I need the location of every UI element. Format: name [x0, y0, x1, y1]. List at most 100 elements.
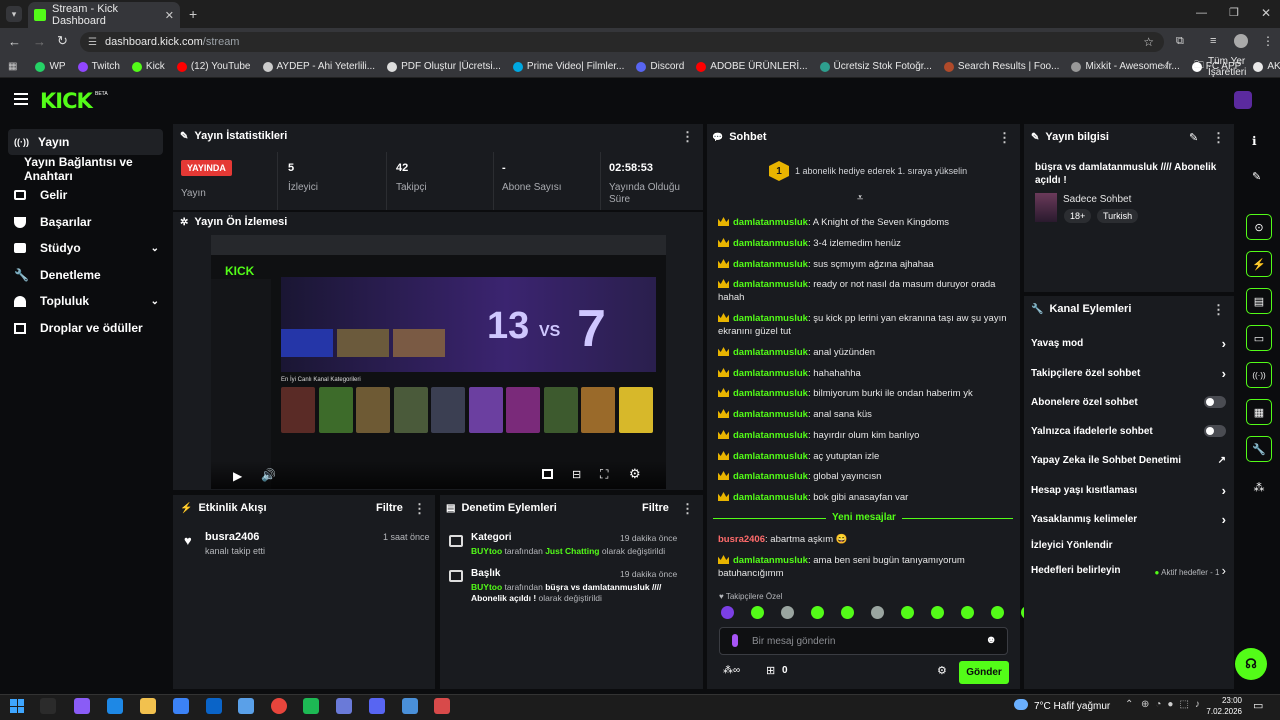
toggle-switch[interactable]	[1204, 425, 1226, 437]
bookmark-item[interactable]: ADOBE ÜRÜNLERİ...	[696, 61, 808, 72]
chrome-icon[interactable]	[271, 698, 287, 714]
chat-username[interactable]: damlatanmusluk	[733, 492, 808, 503]
emote-icon[interactable]	[871, 606, 884, 619]
toggle-switch[interactable]	[1204, 396, 1226, 408]
bookmark-item[interactable]: AYDEP - Ahi Yeterlili...	[262, 61, 375, 72]
notification-icon[interactable]: ▭	[1253, 699, 1263, 712]
channel-action-item[interactable]: Yasaklanmış kelimeler ›	[1031, 512, 1226, 527]
extensions-icon[interactable]: ⧉	[1176, 35, 1184, 48]
rail-clipboard-icon[interactable]: ▤	[1246, 288, 1272, 314]
theater-icon[interactable]: ⊟	[572, 468, 581, 481]
minimize-icon[interactable]: —	[1196, 7, 1207, 19]
gift-box-icon[interactable]: ⊞	[766, 664, 775, 677]
tray-chevron-icon[interactable]: ⌃	[1125, 699, 1133, 710]
stats-menu-icon[interactable]: ⋮	[681, 129, 694, 145]
bookmark-item[interactable]: PDF Oluştur |Ücretsi...	[387, 61, 501, 72]
browser-tab[interactable]: Stream - Kick Dashboard ✕	[28, 2, 180, 28]
sidebar-item-denetleme[interactable]: 🔧 Denetleme	[8, 262, 163, 288]
task-view-icon[interactable]	[40, 698, 56, 714]
app-icon[interactable]	[238, 698, 254, 714]
pip-icon[interactable]	[542, 469, 553, 479]
app3-icon[interactable]	[402, 698, 418, 714]
app2-icon[interactable]	[336, 698, 352, 714]
media-icon[interactable]: ≡	[1210, 35, 1216, 47]
settings-gear-icon[interactable]: ⚙	[629, 466, 641, 482]
rail-wrench-icon[interactable]: 🔧	[1246, 436, 1272, 462]
channel-action-item[interactable]: Yapay Zeka ile Sohbet Denetimi ↗	[1031, 453, 1226, 467]
mic-icon[interactable]	[732, 634, 738, 647]
chat-menu-icon[interactable]: ⋮	[998, 130, 1011, 146]
emote-icon[interactable]	[751, 606, 764, 619]
channel-action-item[interactable]: Yavaş mod ›	[1031, 336, 1226, 351]
rail-broadcast-icon[interactable]: ((·))	[1246, 362, 1272, 388]
more-bookmarks-icon[interactable]: »	[1162, 61, 1168, 72]
activity-menu-icon[interactable]: ⋮	[413, 501, 426, 517]
sidebar-item-yayin[interactable]: ((·)) Yayın	[8, 129, 163, 155]
profile-avatar[interactable]	[1234, 34, 1248, 48]
edit-icon[interactable]: ✎	[1189, 131, 1198, 144]
sidebar-item-topluluk[interactable]: Topluluk ⌄	[8, 288, 163, 314]
activity-user[interactable]: busra2406	[205, 531, 259, 543]
forward-arrow-icon[interactable]: →	[33, 34, 46, 49]
pin-collapse-icon[interactable]: ⩡	[857, 192, 863, 205]
app4-icon[interactable]	[434, 698, 450, 714]
copilot-icon[interactable]	[74, 698, 90, 714]
chat-username[interactable]: damlatanmusluk	[733, 259, 808, 270]
points-infinity-icon[interactable]: ⁂∞	[723, 665, 740, 676]
moderator-name[interactable]: BUYtoo	[471, 546, 502, 556]
chat-username[interactable]: damlatanmusluk	[733, 368, 808, 379]
edit-pen-icon[interactable]: ✎	[1252, 170, 1261, 183]
spotify-icon[interactable]	[303, 698, 319, 714]
weather-text[interactable]: 7°C Hafif yağmur	[1034, 701, 1110, 712]
store-icon[interactable]	[173, 698, 189, 714]
tab-list-button[interactable]: ▾	[6, 6, 22, 22]
apps-grid-icon[interactable]: ▦	[8, 61, 17, 72]
rail-target-icon[interactable]: ⊙	[1246, 214, 1272, 240]
chat-username[interactable]: damlatanmusluk	[733, 313, 808, 324]
close-window-icon[interactable]: ✕	[1261, 6, 1271, 20]
bookmark-item[interactable]: Search Results | Foo...	[943, 61, 1059, 72]
kick-logo[interactable]: KICK	[40, 89, 93, 113]
fullscreen-icon[interactable]: ⛶	[600, 467, 608, 482]
bookmark-item[interactable]: Twitch	[77, 61, 120, 72]
user-avatar[interactable]	[1234, 91, 1252, 109]
tray-icons[interactable]: ⊕◔●⬚♪	[1141, 699, 1206, 710]
info-menu-icon[interactable]: ⋮	[1212, 130, 1225, 146]
bookmark-item[interactable]: Ücretsiz Stok Fotoğr...	[819, 61, 932, 72]
channel-action-item[interactable]: Hedefleri belirleyin ● Aktif hedefler - 1…	[1031, 563, 1226, 578]
preview-video[interactable]: KICK 13 VS 7 En İyi Canlı Kanal Kategori…	[211, 235, 666, 489]
support-headset-icon[interactable]: ☊	[1235, 648, 1267, 680]
bookmark-item[interactable]: Discord	[636, 61, 684, 72]
sidebar-item-studyo[interactable]: Stüdyo ⌄	[8, 235, 163, 261]
volume-icon[interactable]: 🔊	[261, 468, 276, 482]
tab-close-icon[interactable]: ✕	[165, 9, 174, 22]
rail-chat-icon[interactable]: ▭	[1246, 325, 1272, 351]
chat-username[interactable]: damlatanmusluk	[733, 451, 808, 462]
bookmark-item[interactable]: Prime Video| Filmler...	[512, 61, 624, 72]
channel-action-item[interactable]: İzleyici Yönlendir	[1031, 538, 1226, 552]
hamburger-menu-icon[interactable]	[14, 93, 28, 105]
url-bar[interactable]: ☰ dashboard.kick.com/stream ☆	[80, 32, 1164, 52]
sidebar-item-stream-key[interactable]: Yayın Bağlantısı ve Anahtarı	[18, 155, 178, 183]
browser-menu-icon[interactable]: ⋮	[1262, 34, 1274, 48]
emote-icon[interactable]	[991, 606, 1004, 619]
discord-icon[interactable]	[369, 698, 385, 714]
moderation-menu-icon[interactable]: ⋮	[681, 501, 694, 517]
emote-icon[interactable]	[781, 606, 794, 619]
moderator-name[interactable]: BUYtoo	[471, 582, 502, 592]
emote-icon[interactable]	[811, 606, 824, 619]
channel-action-item[interactable]: Abonelere özel sohbet	[1031, 395, 1226, 409]
send-button[interactable]: Gönder	[959, 661, 1009, 684]
clock-time[interactable]: 23:00	[1212, 696, 1242, 705]
back-arrow-icon[interactable]: ←	[8, 34, 21, 49]
edge-icon[interactable]	[107, 698, 123, 714]
rail-bolt-icon[interactable]: ⚡	[1246, 251, 1272, 277]
activity-filter-button[interactable]: Filtre	[376, 502, 403, 514]
all-bookmarks-link[interactable]: 🗀 Tüm Yer İşaretleri	[1194, 56, 1280, 78]
outlook-icon[interactable]	[206, 698, 222, 714]
windows-start-icon[interactable]	[10, 699, 24, 713]
chat-username[interactable]: damlatanmusluk	[733, 555, 808, 566]
play-icon[interactable]: ▶	[233, 469, 242, 483]
emote-icon[interactable]	[841, 606, 854, 619]
bookmark-item[interactable]: Kick	[131, 61, 165, 72]
